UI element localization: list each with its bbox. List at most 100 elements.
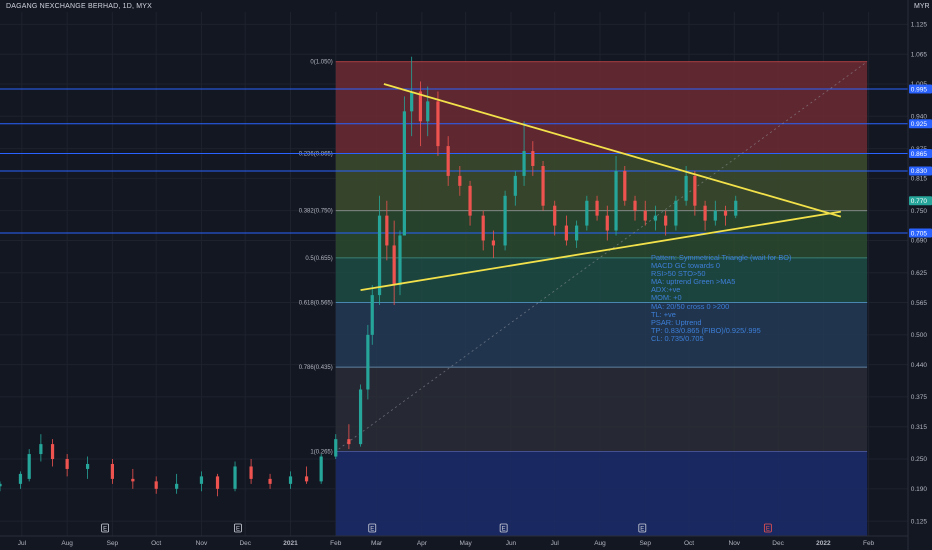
candle-body — [575, 225, 579, 241]
candle-body — [585, 200, 589, 226]
price-tick-label: 0.125 — [911, 518, 928, 525]
candle-body — [347, 439, 351, 445]
candle-body — [0, 483, 2, 487]
currency-label: MYR — [914, 3, 930, 10]
candle-body — [358, 389, 363, 445]
time-tick-label: Aug — [61, 540, 73, 547]
price-tag: 0.925 — [909, 119, 932, 129]
candle-body — [564, 225, 569, 241]
time-tick-label: Sep — [107, 540, 119, 547]
candle-body — [175, 483, 179, 489]
price-tag-text: 0.925 — [911, 121, 928, 128]
note-line: CL: 0.735/0.705 — [651, 333, 704, 343]
fib-zone — [335, 153, 868, 211]
time-tick-label: Dec — [772, 540, 784, 547]
price-tick-label: 0.315 — [911, 424, 928, 431]
price-tag: 0.995 — [909, 84, 932, 94]
time-tick-label: Nov — [729, 540, 741, 547]
chart-canvas[interactable]: 0(1.050) 0.236(0.865) 0.382(0.750) 0.5(0.65… — [0, 0, 932, 550]
candle-body — [693, 175, 697, 206]
candle-body — [491, 240, 496, 246]
candle-body — [703, 205, 707, 221]
price-tag: 0.705 — [909, 228, 932, 238]
candle-body — [541, 165, 545, 206]
candle-body — [268, 478, 272, 484]
candle-body — [131, 478, 135, 482]
candle-body — [723, 210, 728, 216]
price-tag-text: 0.995 — [911, 86, 928, 93]
candle-body — [522, 151, 526, 176]
price-tag-text: 0.770 — [911, 198, 928, 205]
candle-body — [385, 215, 389, 246]
candle-body — [39, 444, 43, 455]
candle-body — [85, 463, 90, 469]
candle-body — [605, 215, 609, 231]
candle-body — [377, 215, 382, 296]
time-tick-label: Feb — [863, 540, 875, 547]
earnings-marker-label: E — [236, 527, 240, 533]
fib-level-label: 0.382(0.750) — [299, 209, 333, 215]
candle-body — [199, 476, 204, 484]
price-tick-label: 0.250 — [911, 456, 928, 463]
price-tick-label: 0.690 — [911, 238, 928, 245]
candle-body — [595, 200, 599, 216]
price-tag-text: 0.830 — [911, 168, 928, 175]
fib-level-label: 0.618(0.565) — [299, 301, 333, 307]
candle-body — [410, 91, 414, 112]
candle-body — [614, 170, 618, 231]
candle-body — [674, 200, 678, 226]
time-tick-label: Nov — [196, 540, 208, 547]
time-tick-label: May — [460, 540, 473, 547]
candle-body — [426, 101, 430, 122]
price-tick-label: 0.625 — [911, 270, 928, 277]
candle-body — [110, 463, 115, 479]
candle-body — [643, 210, 647, 221]
candle-body — [468, 185, 472, 216]
time-tick-label: 2021 — [283, 540, 298, 547]
time-tick-label: Oct — [684, 540, 694, 547]
price-tick-label: 0.750 — [911, 208, 928, 215]
fib-level-label: 0.236(0.865) — [299, 152, 333, 158]
time-tick-label: Apr — [417, 540, 428, 547]
candle-body — [288, 476, 293, 484]
candle-body — [370, 295, 374, 335]
candle-body — [481, 215, 485, 241]
candle-body — [623, 170, 627, 201]
candle-body — [503, 195, 507, 246]
price-tick-label: 0.190 — [911, 486, 928, 493]
time-tick-label: Jun — [506, 540, 517, 547]
price-tag: 0.830 — [909, 166, 932, 176]
price-tick-label: 0.815 — [911, 176, 928, 183]
candle-body — [734, 200, 738, 216]
earnings-marker-label: E — [640, 527, 644, 533]
symbol-title: DAGANG NEXCHANGE BERHAD, 1D, MYX — [6, 3, 153, 10]
time-tick-label: Jul — [551, 540, 560, 547]
candle-body — [633, 200, 637, 211]
price-tag: 0.770 — [909, 196, 932, 206]
fib-zone — [335, 61, 868, 154]
candle-body — [531, 151, 535, 166]
candle-body — [304, 476, 309, 482]
time-tick-label: 2022 — [816, 540, 831, 547]
fib-level-label: 0(1.050) — [310, 60, 332, 66]
price-tag: 0.865 — [909, 149, 932, 159]
candle-body — [398, 235, 402, 286]
candle-body — [553, 205, 557, 226]
candle-body — [664, 215, 668, 226]
time-tick-label: Jul — [18, 540, 27, 547]
candle-body — [65, 459, 69, 469]
time-tick-label: Oct — [151, 540, 161, 547]
fib-level-label: 0.786(0.435) — [299, 365, 333, 371]
time-tick-label: Aug — [594, 540, 606, 547]
candle-body — [713, 210, 717, 221]
candle-body — [154, 481, 158, 489]
earnings-marker-label: E — [103, 527, 107, 533]
candle-body — [319, 456, 323, 482]
fib-level-label: 1(0.265) — [310, 450, 332, 456]
price-tick-label: 1.125 — [911, 22, 928, 29]
time-tick-label: Sep — [639, 540, 651, 547]
price-tick-label: 0.440 — [911, 362, 928, 369]
candle-body — [392, 245, 396, 286]
time-tick-label: Mar — [371, 540, 383, 547]
earnings-marker-label: E — [370, 527, 374, 533]
